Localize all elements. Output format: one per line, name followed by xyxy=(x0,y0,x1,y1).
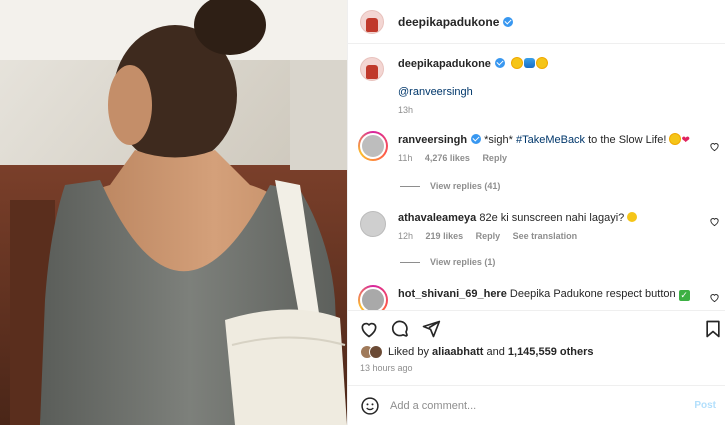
heart-icon[interactable] xyxy=(359,319,379,339)
sun-emoji-icon xyxy=(536,58,547,68)
post-time-ago: 13 hours ago xyxy=(360,363,413,373)
view-replies-label[interactable]: View replies (41) xyxy=(430,181,500,191)
divider-line xyxy=(400,186,420,188)
comments-list[interactable]: deepikapadukone @ranveersingh 13h ranvee… xyxy=(348,45,725,310)
comment-text-before: *sigh* xyxy=(484,134,513,146)
liker-avatar xyxy=(369,345,383,359)
author-username-text[interactable]: deepikapadukone xyxy=(398,15,499,29)
comment-meta: 12h 219 likes Reply See translation xyxy=(398,231,587,241)
comment-text-after: to the Slow Life! xyxy=(588,134,667,146)
comment-text: 82e ki sunscreen nahi lagayi? xyxy=(479,212,625,224)
likes-summary[interactable]: Liked by aliaabhatt and 1,145,559 others xyxy=(360,345,594,359)
post-comment-button[interactable]: Post xyxy=(694,400,716,411)
see-translation-button[interactable]: See translation xyxy=(513,231,578,241)
view-replies-button[interactable]: View replies (41) xyxy=(400,181,500,191)
author-username[interactable]: deepikapadukone xyxy=(398,15,514,29)
sun-emoji-icon xyxy=(670,134,681,144)
post-detail-panel: deepikapadukone deepikapadukone @ranveer… xyxy=(347,0,725,425)
view-replies-label[interactable]: View replies (1) xyxy=(430,257,495,267)
wave-emoji-icon xyxy=(523,58,535,68)
caption: deepikapadukone @ranveersingh 13h xyxy=(360,57,720,117)
comment-like-icon[interactable] xyxy=(709,141,720,152)
hashtag-link[interactable]: #TakeMeBack xyxy=(516,134,585,146)
caption-author-avatar[interactable] xyxy=(360,57,384,81)
liked-by-user[interactable]: aliaabhatt xyxy=(432,346,483,358)
post-header: deepikapadukone xyxy=(348,0,725,44)
commenter-username[interactable]: hot_shivani_69_here xyxy=(398,288,507,300)
comment-time: 11h xyxy=(398,153,413,163)
liked-by-prefix: Liked by xyxy=(388,346,429,358)
check-mark-emoji-icon: ✓ xyxy=(678,290,690,301)
likes-and: and xyxy=(486,346,505,358)
sun-emoji-icon xyxy=(511,58,522,68)
broken-heart-emoji-icon: ❤ xyxy=(681,135,690,146)
comment-text: Deepika Padukone respect button xyxy=(509,288,676,300)
share-icon[interactable] xyxy=(421,319,441,339)
commenter-username[interactable]: athavaleameya xyxy=(398,212,476,224)
action-bar xyxy=(348,310,725,342)
verified-icon xyxy=(471,134,482,144)
likes-count[interactable]: 1,145,559 others xyxy=(508,346,594,358)
caption-time: 13h xyxy=(398,105,414,115)
verified-icon xyxy=(494,58,505,68)
divider-line xyxy=(400,262,420,264)
caption-mention[interactable]: @ranveersingh xyxy=(398,85,702,100)
comment-input[interactable]: Add a comment... xyxy=(390,400,694,412)
comment-meta: 11h 4,276 likes Reply xyxy=(398,153,517,163)
story-ring[interactable] xyxy=(358,131,388,161)
emoji-icon[interactable] xyxy=(360,396,380,416)
commenter-avatar[interactable] xyxy=(360,133,386,159)
comment-like-icon[interactable] xyxy=(709,216,720,227)
author-avatar[interactable] xyxy=(360,9,384,34)
view-replies-button[interactable]: View replies (1) xyxy=(400,257,495,267)
story-ring[interactable] xyxy=(358,285,388,310)
comment-likes[interactable]: 4,276 likes xyxy=(425,153,470,163)
comment-item: hot_shivani_69_here Deepika Padukone res… xyxy=(358,285,720,310)
comment-like-icon[interactable] xyxy=(709,292,720,303)
post-photo xyxy=(0,0,347,425)
comment-icon[interactable] xyxy=(390,319,410,339)
commenter-avatar[interactable] xyxy=(360,287,386,310)
comment-likes[interactable]: 219 likes xyxy=(426,231,464,241)
reply-button[interactable]: Reply xyxy=(476,231,501,241)
caption-author[interactable]: deepikapadukone xyxy=(398,58,491,70)
comment-composer: Add a comment... Post xyxy=(348,385,725,425)
verified-icon xyxy=(503,16,514,27)
laughing-emoji-icon xyxy=(627,212,638,222)
reply-button[interactable]: Reply xyxy=(482,153,507,163)
comment-item: athavaleameya 82e ki sunscreen nahi laga… xyxy=(360,211,720,251)
comment-time: 12h xyxy=(398,231,414,241)
commenter-avatar[interactable] xyxy=(360,211,386,237)
bookmark-icon[interactable] xyxy=(703,319,723,339)
likes-text[interactable]: Liked by aliaabhatt and 1,145,559 others xyxy=(388,346,594,358)
commenter-username[interactable]: ranveersingh xyxy=(398,134,467,146)
